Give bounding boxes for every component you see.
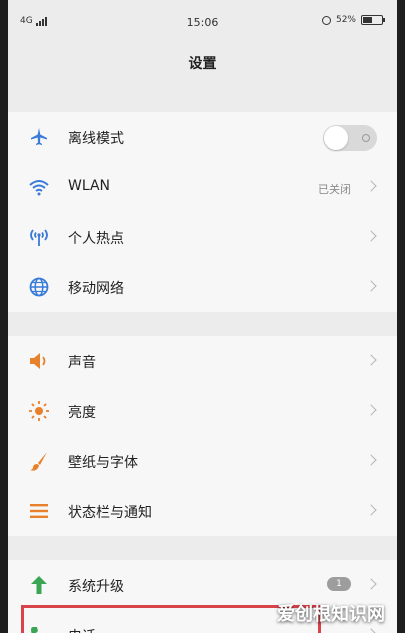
setting-row-hotspot[interactable]: 个人热点 xyxy=(8,212,397,262)
chevron-right-icon xyxy=(365,628,377,633)
airplane-icon xyxy=(27,126,51,148)
brush-icon xyxy=(27,450,51,472)
alarm-icon xyxy=(321,15,331,25)
chevron-right-icon xyxy=(365,578,377,590)
setting-row-wallpaper-font[interactable]: 壁纸与字体 xyxy=(8,436,397,486)
setting-row-wlan[interactable]: WLAN 已关闭 xyxy=(8,162,397,212)
setting-label: 系统升级 xyxy=(68,579,124,595)
chevron-right-icon xyxy=(365,280,377,292)
list-icon xyxy=(27,500,51,522)
phone-screen: 4G 15:06 52% 设置 离线模式 WLAN 已关闭 个人热点 移动网络 … xyxy=(8,0,397,633)
chevron-right-icon xyxy=(365,504,377,516)
page-title: 设置 xyxy=(188,56,217,72)
chevron-right-icon xyxy=(365,230,377,242)
highlight-box xyxy=(21,605,321,633)
setting-label: 亮度 xyxy=(68,405,96,421)
airplane-mode-toggle[interactable] xyxy=(323,125,377,151)
setting-label: 壁纸与字体 xyxy=(68,455,138,471)
setting-label: 移动网络 xyxy=(68,281,124,297)
battery-percent: 52% xyxy=(335,15,356,25)
settings-group-display: 声音 亮度 壁纸与字体 状态栏与通知 xyxy=(8,336,397,536)
setting-row-statusbar-notification[interactable]: 状态栏与通知 xyxy=(8,486,397,536)
setting-label: 个人热点 xyxy=(68,231,124,247)
chevron-right-icon xyxy=(365,404,377,416)
globe-icon xyxy=(27,276,51,298)
right-bezel xyxy=(397,0,405,633)
wlan-status: 已关闭 xyxy=(318,183,351,196)
setting-label: 状态栏与通知 xyxy=(68,505,152,521)
chevron-right-icon xyxy=(365,354,377,366)
brightness-icon xyxy=(27,400,51,422)
setting-label: 离线模式 xyxy=(68,131,124,147)
battery-icon xyxy=(361,15,385,25)
wifi-icon xyxy=(27,176,51,198)
chevron-right-icon xyxy=(365,454,377,466)
speaker-icon xyxy=(27,350,51,372)
title-bar: 设置 xyxy=(8,40,397,86)
settings-group-network: 离线模式 WLAN 已关闭 个人热点 移动网络 xyxy=(8,112,397,312)
toggle-knob xyxy=(324,126,348,150)
setting-row-mobile-network[interactable]: 移动网络 xyxy=(8,262,397,312)
setting-label: 声音 xyxy=(68,355,96,371)
status-bar: 4G 15:06 52% xyxy=(8,0,397,40)
status-right: 52% xyxy=(321,15,385,25)
setting-label: WLAN xyxy=(68,178,111,194)
setting-row-airplane-mode[interactable]: 离线模式 xyxy=(8,112,397,162)
chevron-right-icon xyxy=(365,180,377,192)
left-bezel xyxy=(0,0,8,633)
setting-row-brightness[interactable]: 亮度 xyxy=(8,386,397,436)
upgrade-arrow-icon xyxy=(27,574,51,596)
toggle-off-icon xyxy=(362,134,370,142)
hotspot-icon xyxy=(27,226,51,248)
watermark-text: 爱创根知识网 xyxy=(277,604,385,625)
update-count-badge: 1 xyxy=(327,577,351,591)
setting-row-sound[interactable]: 声音 xyxy=(8,336,397,386)
